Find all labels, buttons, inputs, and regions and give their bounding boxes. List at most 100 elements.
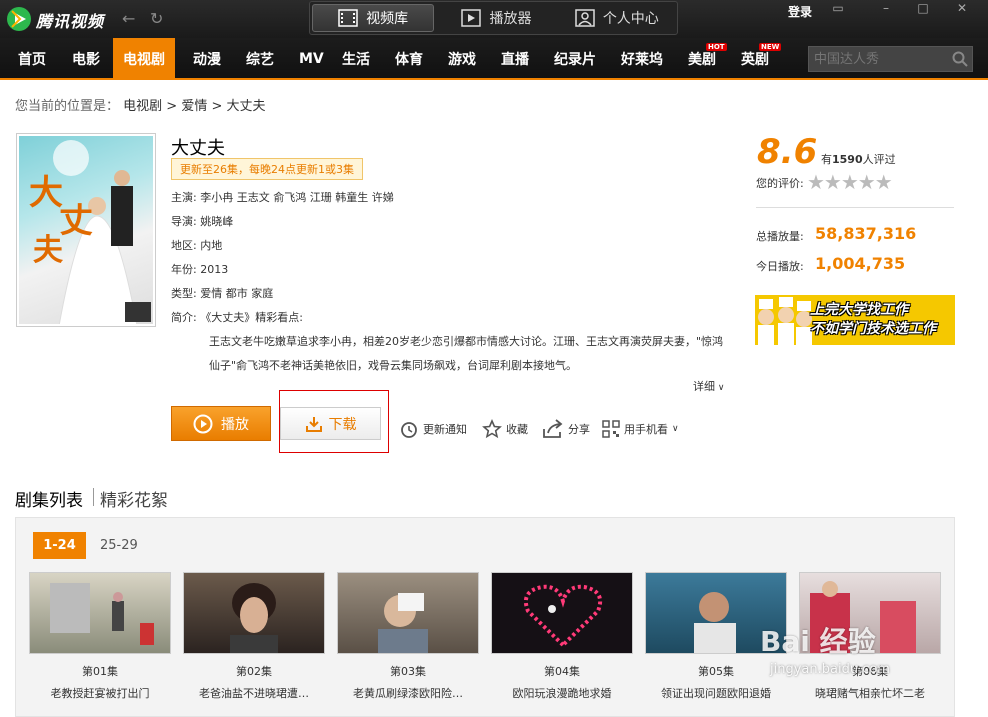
- tab-label: 视频库: [366, 11, 409, 27]
- nav-tv-series[interactable]: 电视剧: [113, 38, 175, 80]
- film-icon: [338, 9, 358, 27]
- ad-banner[interactable]: 上完大学找工作 不如学门技术选工作: [755, 295, 955, 345]
- your-rating-label: 您的评价:: [756, 177, 804, 190]
- episode-card[interactable]: 第01集 老教授赶宴被打出门: [29, 572, 171, 701]
- cast-row: 主演: 李小冉 王志文 俞飞鸿 江珊 韩童生 许娣: [171, 189, 394, 205]
- nav-live[interactable]: 直播: [501, 38, 529, 80]
- episode-range-tab-active[interactable]: 1-24: [33, 532, 86, 559]
- episode-list-tab[interactable]: 剧集列表: [15, 486, 83, 511]
- director-label: 导演:: [171, 215, 197, 228]
- tencent-video-logo-icon: [7, 7, 31, 31]
- total-plays-label: 总播放量:: [756, 230, 804, 243]
- breadcrumb-prefix: 您当前的位置是：: [15, 99, 120, 114]
- ad-line2: 不如学门技术选工作: [810, 321, 936, 337]
- nav-home[interactable]: 首页: [18, 38, 46, 80]
- rating-count-number: 1590: [832, 153, 863, 166]
- main-nav: 首页 电影 电视剧 动漫 综艺 MV 生活 体育 游戏 直播 纪录片 好莱坞 美…: [0, 38, 988, 80]
- tab-personal-center[interactable]: 个人中心: [557, 2, 677, 34]
- episode-thumbnail-art: [523, 584, 603, 648]
- genre-value[interactable]: 爱情 都市 家庭: [200, 287, 273, 300]
- hot-badge: HOT: [706, 43, 727, 51]
- download-label: 下载: [328, 416, 357, 433]
- highlights-tab[interactable]: 精彩花絮: [100, 486, 168, 511]
- search-input[interactable]: [809, 47, 949, 71]
- details-label: 详细: [693, 380, 715, 393]
- nav-anime[interactable]: 动漫: [193, 38, 221, 80]
- year-row: 年份: 2013: [171, 261, 228, 277]
- skin-icon[interactable]: ▭: [820, 0, 856, 16]
- update-notify-label: 更新通知: [423, 423, 467, 436]
- top-tab-group: 视频库 播放器 个人中心: [309, 1, 678, 35]
- details-toggle[interactable]: 详细 ∨: [693, 378, 724, 394]
- star-icon: [482, 419, 502, 439]
- favorite-button[interactable]: 收藏: [482, 418, 528, 440]
- nav-movies[interactable]: 电影: [72, 38, 100, 80]
- play-label: 播放: [221, 416, 249, 433]
- director-row: 导演: 姚晓峰: [171, 213, 233, 229]
- director-value[interactable]: 姚晓峰: [200, 215, 233, 228]
- play-box-icon: [461, 9, 482, 27]
- svg-text:大: 大: [29, 173, 63, 213]
- region-row: 地区: 内地: [171, 237, 222, 253]
- nav-documentary[interactable]: 纪录片: [554, 38, 596, 80]
- episode-title: 老爸油盐不进晓珺遭…: [199, 687, 309, 700]
- chef-figures-image: [758, 297, 812, 345]
- star-rating-input[interactable]: ★★★★★: [807, 170, 893, 194]
- back-arrow-icon[interactable]: ←: [122, 9, 135, 28]
- app-name: 腾讯视频: [36, 12, 105, 31]
- search-icon[interactable]: [952, 51, 968, 67]
- breadcrumb: 您当前的位置是： 电视剧 > 爱情 > 大丈夫: [15, 95, 265, 114]
- episode-thumbnail: [491, 572, 633, 654]
- nav-variety[interactable]: 综艺: [246, 38, 274, 80]
- tab-player[interactable]: 播放器: [436, 2, 556, 34]
- show-title: 大丈夫: [171, 138, 225, 159]
- watch-on-mobile-button[interactable]: 用手机看 ∨: [602, 418, 679, 440]
- episode-number: 第03集: [390, 665, 426, 678]
- share-button[interactable]: 分享: [542, 418, 590, 440]
- maximize-icon[interactable]: □: [905, 0, 941, 16]
- episode-thumbnail-art: [378, 593, 428, 653]
- user-icon: [575, 9, 595, 27]
- episode-title: 老教授赶宴被打出门: [50, 687, 150, 700]
- cast-value[interactable]: 李小冉 王志文 俞飞鸿 江珊 韩童生 许娣: [200, 191, 393, 204]
- refresh-icon[interactable]: ↻: [150, 9, 163, 28]
- tab-label: 播放器: [489, 11, 532, 27]
- rating-count: 有1590人评过: [821, 151, 896, 167]
- update-notify-button[interactable]: 更新通知: [399, 418, 467, 440]
- tab-video-library[interactable]: 视频库: [312, 4, 435, 32]
- download-button[interactable]: 下载: [280, 407, 381, 440]
- nav-life[interactable]: 生活: [342, 38, 370, 80]
- nav-games[interactable]: 游戏: [448, 38, 476, 80]
- login-link[interactable]: 登录: [788, 3, 812, 20]
- svg-text:夫: 夫: [33, 233, 64, 268]
- episode-number: 第05集: [698, 665, 734, 678]
- close-icon[interactable]: ✕: [944, 0, 980, 16]
- region-value: 内地: [200, 239, 223, 252]
- tab-label: 个人中心: [602, 11, 659, 27]
- episode-card[interactable]: 第03集 老黄瓜刷绿漆欧阳险…: [337, 572, 479, 701]
- breadcrumb-path[interactable]: 电视剧 > 爱情 > 大丈夫: [123, 99, 265, 114]
- nav-mv[interactable]: MV: [299, 38, 324, 80]
- cast-label: 主演:: [171, 191, 197, 204]
- alarm-clock-icon: [401, 422, 417, 438]
- episode-title: 老黄瓜刷绿漆欧阳险…: [353, 687, 463, 700]
- total-plays-value: 58,837,316: [815, 224, 917, 243]
- episode-title: 晓珺赌气相亲忙坏二老: [815, 687, 925, 700]
- show-poster[interactable]: 大 丈 夫: [16, 133, 156, 327]
- episode-thumbnail: [337, 572, 479, 654]
- episode-number: 第04集: [544, 665, 580, 678]
- episode-number: 第02集: [236, 665, 272, 678]
- minimize-icon[interactable]: –: [868, 0, 904, 16]
- year-value: 2013: [200, 263, 229, 276]
- nav-sports[interactable]: 体育: [395, 38, 423, 80]
- share-label: 分享: [568, 423, 590, 436]
- ad-line1: 上完大学找工作: [810, 302, 908, 318]
- rating-score: 8.6: [757, 132, 818, 172]
- episode-card[interactable]: 第02集 老爸油盐不进晓珺遭…: [183, 572, 325, 701]
- episode-range-tab[interactable]: 25-29: [100, 538, 138, 553]
- region-label: 地区:: [171, 239, 197, 252]
- rating-count-prefix: 有: [821, 153, 832, 166]
- nav-hollywood[interactable]: 好莱坞: [621, 38, 663, 80]
- episode-card[interactable]: 第04集 欧阳玩浪漫跪地求婚: [491, 572, 633, 701]
- play-button[interactable]: 播放: [171, 406, 271, 441]
